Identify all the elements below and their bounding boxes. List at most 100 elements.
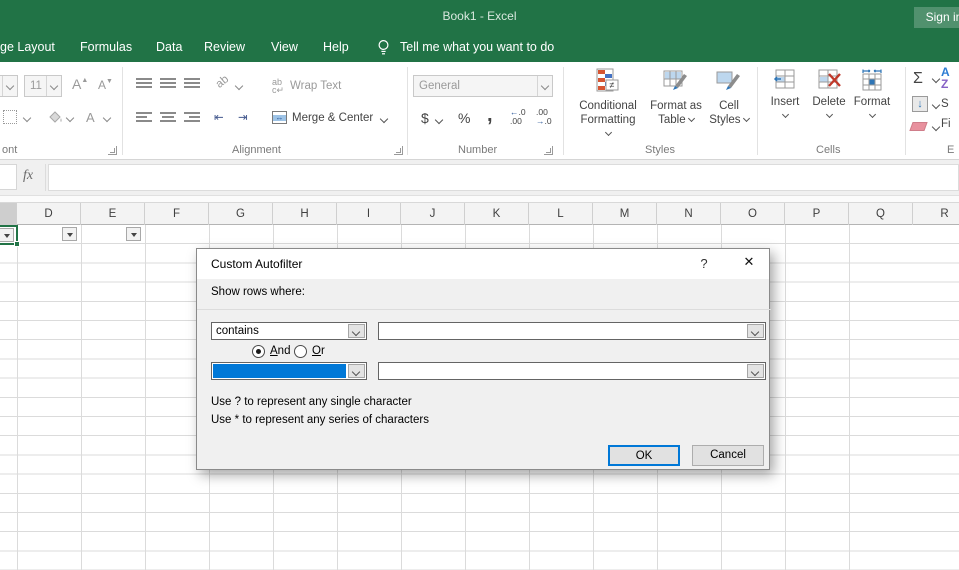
accounting-format-button[interactable]: $ [421,110,429,126]
percent-style-button[interactable]: % [458,110,470,126]
autosum-chevron-icon[interactable] [931,74,941,84]
tell-me-box[interactable]: Tell me what you want to do [400,40,554,54]
dialog-help-button[interactable]: ? [695,256,713,274]
column-header-Q[interactable]: Q [849,203,913,225]
column-header-J[interactable]: J [401,203,465,225]
column-header-partial[interactable] [0,203,17,225]
shrink-font-button[interactable]: A▼ [98,78,113,92]
value2-combo[interactable] [378,362,766,380]
borders-icon[interactable] [3,110,17,124]
font-dialog-launcher-icon[interactable] [108,146,117,155]
column-header-M[interactable]: M [593,203,657,225]
dialog-close-icon[interactable]: ✕ [737,254,761,274]
dialog-title-bar[interactable]: Custom Autofilter ? ✕ [197,249,769,279]
orientation-chevron-icon[interactable] [234,81,244,91]
lightbulb-icon [376,39,391,61]
operator2-combo[interactable] [211,362,367,380]
insert-function-icon[interactable]: fx [23,168,33,184]
column-header-O[interactable]: O [721,203,785,225]
conditional-formatting-button[interactable]: ≠ Conditional Formatting [577,68,639,141]
value2-dropdown-button[interactable] [747,364,764,378]
font-name-combo[interactable] [0,75,18,97]
or-radio-label[interactable]: Or [312,345,325,357]
accounting-chevron-icon[interactable] [434,115,444,125]
clear-chevron-icon[interactable] [931,122,941,132]
autosum-button[interactable]: Σ [913,70,923,88]
column-header-D[interactable]: D [17,203,81,225]
autofilter-dropdown-icon[interactable] [62,227,77,241]
value1-combo[interactable] [378,322,766,340]
font-color-icon[interactable]: A [86,110,95,125]
column-header-L[interactable]: L [529,203,593,225]
fill-handle[interactable] [14,241,20,247]
column-header-G[interactable]: G [209,203,273,225]
align-bottom-icon[interactable] [184,78,200,91]
column-header-N[interactable]: N [657,203,721,225]
custom-autofilter-dialog: Custom Autofilter ? ✕ Show rows where: c… [196,248,771,470]
cancel-button[interactable]: Cancel [692,445,764,466]
increase-decimal-button[interactable]: ←.0.00 [510,108,526,126]
chevron-down-icon [687,114,695,123]
align-top-icon[interactable] [136,78,152,91]
autofilter-dropdown-icon[interactable] [0,228,14,242]
find-select-label[interactable]: Fi [941,118,951,130]
align-center-icon[interactable] [160,112,176,125]
align-right-icon[interactable] [184,112,200,125]
column-header-H[interactable]: H [273,203,337,225]
ok-button[interactable]: OK [608,445,680,466]
formula-input[interactable] [48,164,959,191]
fill-color-chevron-icon[interactable] [65,113,75,123]
tab-review[interactable]: Review [204,40,245,54]
alignment-dialog-launcher-icon[interactable] [394,146,403,155]
increase-indent-icon[interactable]: ⇥ [238,110,248,124]
tab-page-layout[interactable]: ge Layout [0,40,55,54]
clear-eraser-icon[interactable] [909,122,928,131]
autofilter-dropdown-icon[interactable] [126,227,141,241]
tab-formulas[interactable]: Formulas [80,40,132,54]
font-color-chevron-icon[interactable] [102,113,112,123]
ribbon-tab-row: ge Layout Formulas Data Review View Help… [0,33,959,62]
align-middle-icon[interactable] [160,78,176,91]
column-header-R[interactable]: R [913,203,959,225]
and-radio[interactable] [252,345,265,358]
sign-in-button[interactable]: Sign in [914,7,959,28]
sort-filter-icon[interactable]: AZ [941,66,950,90]
borders-chevron-icon[interactable] [22,113,32,123]
value1-dropdown-button[interactable] [747,324,764,338]
tab-view[interactable]: View [271,40,298,54]
chevron-down-icon [825,110,833,119]
column-header-F[interactable]: F [145,203,209,225]
operator1-value: contains [216,325,259,337]
format-cells-icon [859,69,885,95]
merge-center-button[interactable]: Merge & Center [292,112,373,124]
wrap-text-button[interactable]: Wrap Text [290,80,341,92]
tab-help[interactable]: Help [323,40,349,54]
decrease-decimal-button[interactable]: .00 →.0 [536,108,552,126]
cell-styles-button[interactable]: Cell Styles [698,68,760,127]
and-radio-label[interactable]: And [270,345,290,357]
column-header-E[interactable]: E [81,203,145,225]
or-radio[interactable] [294,345,307,358]
fill-color-icon[interactable] [46,108,64,131]
align-left-icon[interactable] [136,112,152,125]
name-box[interactable] [0,164,17,190]
fill-chevron-icon[interactable] [931,100,941,110]
number-format-combo[interactable]: General [413,75,553,97]
number-dialog-launcher-icon[interactable] [544,146,553,155]
tab-data[interactable]: Data [156,40,182,54]
operator2-dropdown-button[interactable] [348,364,365,378]
decrease-indent-icon[interactable]: ⇤ [214,110,224,124]
column-header-K[interactable]: K [465,203,529,225]
column-header-P[interactable]: P [785,203,849,225]
fill-button[interactable]: ↓ [912,96,928,112]
merge-center-chevron-icon[interactable] [379,114,389,124]
column-header-I[interactable]: I [337,203,401,225]
operator1-combo[interactable]: contains [211,322,367,340]
grow-font-button[interactable]: A▲ [72,76,88,92]
font-size-combo[interactable]: 11 [24,75,62,97]
comma-style-button[interactable]: , [487,104,493,127]
operator1-dropdown-button[interactable] [348,324,365,338]
sort-filter-label[interactable]: S [941,98,949,110]
orientation-icon[interactable]: ab [214,73,232,90]
format-cells-button[interactable]: Format [843,68,901,123]
